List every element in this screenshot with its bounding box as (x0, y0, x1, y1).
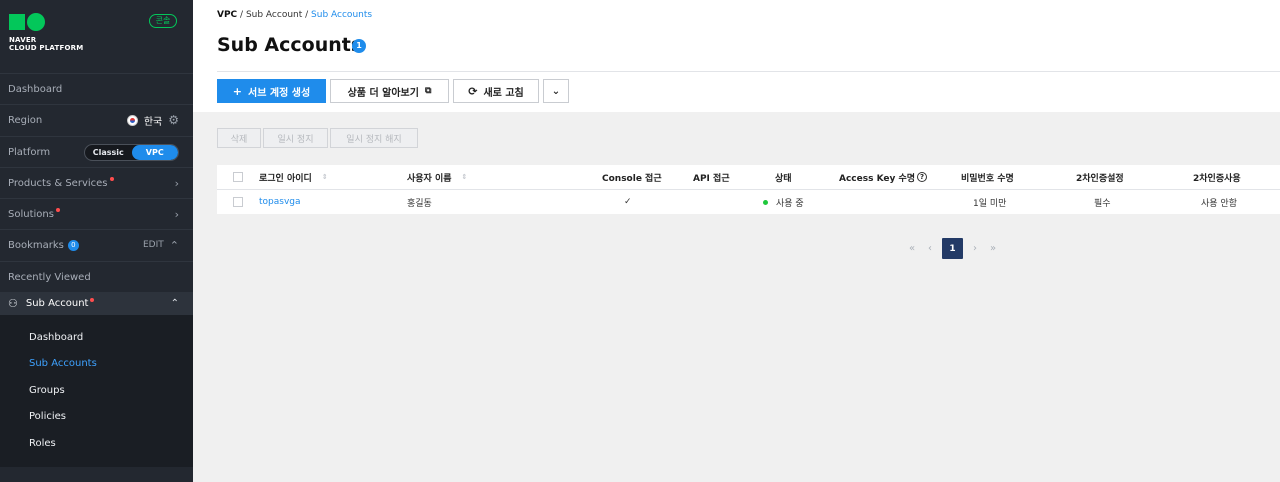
sidebar-platform-row: Platform Classic VPC (0, 136, 193, 167)
sidebar-item-sub-account[interactable]: ⚇ Sub Account ⌃ (0, 292, 193, 315)
console-access-check-icon: ✓ (624, 197, 632, 207)
pause-button[interactable]: 일시 정지 (263, 128, 328, 148)
next-page-icon[interactable]: › (969, 243, 981, 254)
new-indicator (90, 297, 95, 302)
learn-more-button[interactable]: 상품 더 알아보기 ⧉ (330, 79, 449, 103)
platform-toggle[interactable]: Classic VPC (84, 143, 179, 161)
chevron-right-icon: › (174, 176, 179, 190)
submenu-item-sub-accounts[interactable]: Sub Accounts (29, 358, 97, 369)
chevron-up-icon[interactable]: ⌃ (171, 298, 179, 309)
breadcrumb: VPC / Sub Account / Sub Accounts (217, 10, 373, 20)
region-label: Region (8, 114, 43, 126)
pagination: « ‹ 1 › » (906, 238, 999, 259)
chevron-right-icon: › (174, 207, 179, 221)
col-mfa-use: 2차인증사용 (1193, 173, 1241, 184)
platform-option-vpc[interactable]: VPC (131, 144, 178, 160)
last-page-icon[interactable]: » (987, 243, 999, 254)
col-mfa-setting: 2차인증설정 (1076, 173, 1124, 184)
toolbar: + 서브 계정 생성 상품 더 알아보기 ⧉ ⟳ 새로 고침 ⌄ (217, 79, 569, 103)
row-select-cell (233, 190, 243, 214)
login-id-link[interactable]: topasvga (259, 190, 301, 214)
sidebar-item-label: Solutions (8, 208, 54, 220)
col-api-access: API 접근 (693, 173, 730, 184)
main-content: VPC / Sub Account / Sub Accounts Sub Acc… (193, 0, 1280, 482)
sidebar-item-recently-viewed[interactable]: Recently Viewed (0, 261, 193, 292)
col-login-id[interactable]: 로그인 아이디 ⇕ (259, 165, 328, 189)
sidebar-item-label: Products & Services (8, 177, 108, 189)
sub-account-submenu: Dashboard Sub Accounts Groups Policies R… (0, 315, 193, 467)
action-toolbar: 삭제 일시 정지 일시 정지 해지 (217, 128, 418, 148)
breadcrumb-sub-accounts[interactable]: Sub Accounts (311, 10, 372, 20)
help-icon[interactable]: ? (917, 172, 928, 182)
refresh-button[interactable]: ⟳ 새로 고침 (453, 79, 539, 103)
chevron-up-icon[interactable]: ⌃ (170, 239, 179, 252)
logo-mark (9, 13, 83, 31)
mfa-use-cell: 사용 안함 (1201, 198, 1237, 209)
create-sub-account-button[interactable]: + 서브 계정 생성 (217, 79, 326, 103)
mfa-setting-cell: 필수 (1094, 198, 1111, 209)
external-link-icon: ⧉ (424, 86, 432, 96)
sidebar-region-row[interactable]: Region 한국 ⚙ (0, 104, 193, 135)
gear-icon[interactable]: ⚙ (168, 113, 179, 127)
first-page-icon[interactable]: « (906, 243, 918, 254)
platform-label: Platform (8, 146, 51, 158)
sidebar-item-dashboard[interactable]: Dashboard (0, 73, 193, 104)
table-row[interactable]: topasvga 홍길동 ✓ 사용 중 1일 미만 필수 사용 안함 (217, 190, 1280, 214)
delete-button[interactable]: 삭제 (217, 128, 261, 148)
user-name-cell: 홍길동 (407, 198, 432, 209)
breadcrumb-vpc[interactable]: VPC (217, 10, 237, 20)
region-value[interactable]: 한국 (144, 113, 162, 128)
col-access-key-lifetime: Access Key 수명 ? (839, 165, 928, 189)
col-status: 상태 (775, 173, 792, 184)
sidebar-item-label: Sub Account (25, 298, 89, 309)
page-title: Sub Accounts (217, 34, 363, 56)
logo-text: NAVER CLOUD PLATFORM (9, 36, 84, 52)
sidebar-item-label: Bookmarks (8, 239, 64, 251)
korea-flag-icon (126, 114, 138, 126)
new-indicator (55, 208, 60, 212)
plus-icon: + (232, 84, 243, 98)
sidebar-item-bookmarks[interactable]: Bookmarks 0 EDIT ⌃ (0, 229, 193, 260)
console-badge[interactable]: 콘솔 (149, 14, 177, 28)
unpause-button[interactable]: 일시 정지 해지 (330, 128, 418, 148)
table-header: 로그인 아이디 ⇕ 사용자 이름 ⇕ Console 접근 API 접근 상태 … (217, 165, 1280, 190)
select-all-checkbox[interactable] (233, 172, 243, 182)
chevron-down-icon: ⌄ (551, 85, 561, 97)
sidebar: NAVER CLOUD PLATFORM 콘솔 Dashboard Region… (0, 0, 193, 482)
account-count-badge: 1 (352, 39, 366, 53)
platform-option-classic[interactable]: Classic (85, 145, 132, 160)
submenu-item-dashboard[interactable]: Dashboard (29, 332, 83, 343)
submenu-item-groups[interactable]: Groups (29, 385, 65, 396)
ncp-logo[interactable]: NAVER CLOUD PLATFORM (9, 13, 83, 52)
prev-page-icon[interactable]: ‹ (924, 243, 936, 254)
sidebar-item-label: Recently Viewed (8, 271, 91, 283)
submenu-item-policies[interactable]: Policies (29, 411, 66, 422)
sort-icon: ⇕ (461, 173, 468, 181)
submenu-item-roles[interactable]: Roles (29, 438, 56, 449)
refresh-icon: ⟳ (468, 84, 478, 98)
bookmarks-count-badge: 0 (67, 239, 79, 251)
status-cell: 사용 중 (763, 190, 804, 214)
col-user-name[interactable]: 사용자 이름 ⇕ (407, 165, 467, 189)
more-options-button[interactable]: ⌄ (543, 79, 569, 103)
password-lifetime-cell: 1일 미만 (973, 198, 1007, 209)
sort-icon: ⇕ (321, 173, 328, 181)
divider (217, 71, 1280, 72)
status-active-indicator (763, 199, 768, 205)
users-icon: ⚇ (8, 297, 18, 310)
row-checkbox[interactable] (233, 197, 243, 207)
new-indicator (109, 177, 114, 181)
col-console-access: Console 접근 (602, 173, 662, 184)
sub-accounts-table: 로그인 아이디 ⇕ 사용자 이름 ⇕ Console 접근 API 접근 상태 … (217, 165, 1280, 214)
page-current[interactable]: 1 (942, 238, 963, 259)
sidebar-item-label: Dashboard (8, 83, 63, 95)
sidebar-item-products[interactable]: Products & Services › (0, 167, 193, 198)
sidebar-item-solutions[interactable]: Solutions › (0, 198, 193, 229)
bookmarks-edit-link[interactable]: EDIT (143, 240, 164, 250)
select-all-cell (233, 165, 243, 189)
breadcrumb-sub-account[interactable]: Sub Account (246, 10, 302, 20)
col-password-lifetime: 비밀번호 수명 (961, 173, 1014, 184)
